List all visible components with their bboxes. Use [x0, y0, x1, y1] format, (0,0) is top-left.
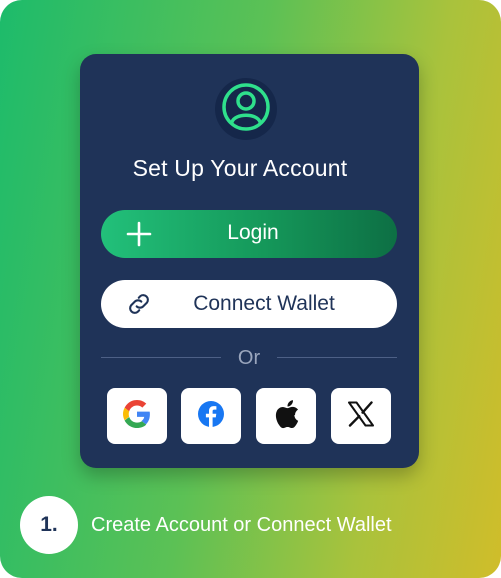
connect-wallet-button[interactable]: Connect Wallet — [101, 280, 397, 328]
avatar — [215, 78, 277, 140]
facebook-login-button[interactable] — [181, 388, 241, 444]
account-setup-card: Set Up Your Account Login Connect Wallet… — [80, 54, 419, 468]
divider-line-right — [277, 357, 397, 358]
step-caption: 1. Create Account or Connect Wallet — [20, 496, 392, 554]
or-divider: Or — [101, 347, 397, 369]
divider-text: Or — [237, 347, 261, 369]
x-login-button[interactable] — [331, 388, 391, 444]
step-number-badge: 1. — [20, 496, 78, 554]
login-button[interactable]: Login — [101, 210, 397, 258]
apple-icon — [271, 398, 301, 435]
caption-text: Create Account or Connect Wallet — [91, 513, 392, 536]
facebook-icon — [197, 400, 225, 433]
login-button-label: Login — [227, 221, 279, 244]
connect-wallet-label: Connect Wallet — [193, 292, 335, 315]
apple-login-button[interactable] — [256, 388, 316, 444]
google-login-button[interactable] — [107, 388, 167, 444]
card-title: Set Up Your Account — [132, 155, 348, 181]
user-circle-icon — [218, 79, 274, 140]
illustration-frame: Set Up Your Account Login Connect Wallet… — [0, 0, 501, 578]
x-logo-icon — [347, 400, 375, 432]
google-icon — [123, 399, 151, 433]
